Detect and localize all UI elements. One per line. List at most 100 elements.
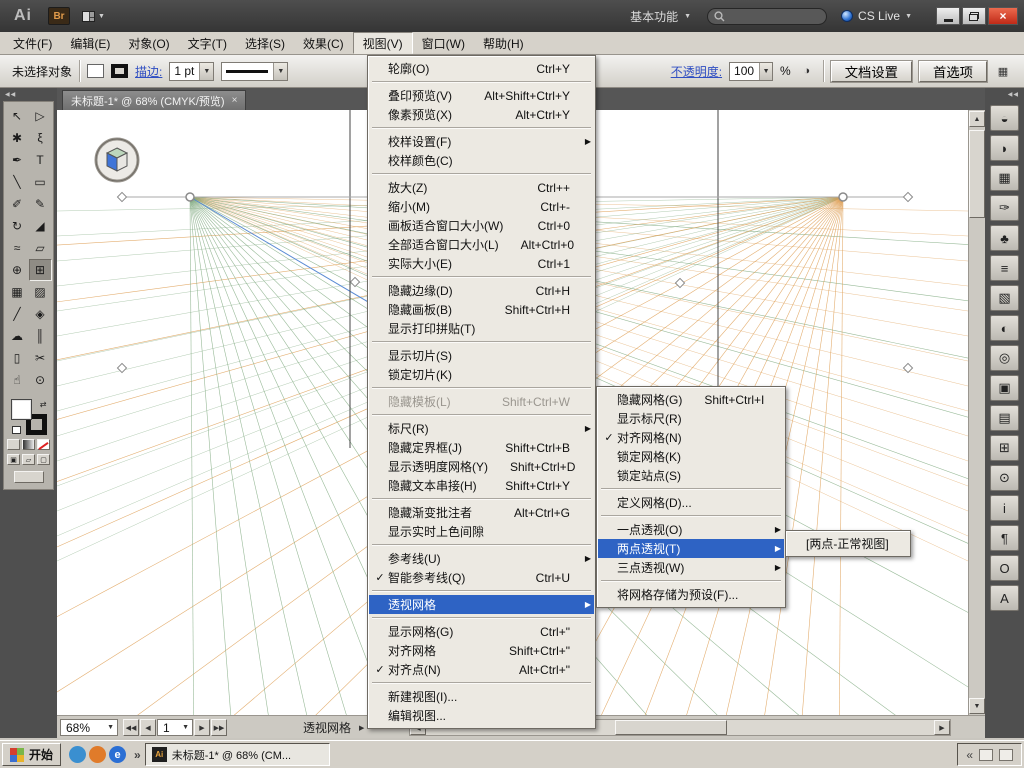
vertical-scroll-thumb[interactable] [969,130,985,218]
close-tab-icon[interactable]: × [232,95,238,106]
slice-tool[interactable]: ✂ [29,347,52,369]
menubar-item-view[interactable]: 视图(V) [352,32,413,54]
artboard-tool[interactable]: ▯ [6,347,29,369]
menu-item-show-live-paint-gaps[interactable]: 显示实时上色间隙 [369,522,594,541]
document-tab[interactable]: 未标题-1* @ 68% (CMYK/预览) × [62,90,247,110]
fill-swatch[interactable] [10,399,32,420]
menu-item-lock-station-point[interactable]: 锁定站点(S) [598,466,784,485]
width-tool[interactable]: ≈ [6,237,29,259]
menu-item-hide-text-threads[interactable]: 隐藏文本串接(H) Shift+Ctrl+Y [369,476,594,495]
swatches-panel-icon[interactable]: ▦ [990,165,1019,191]
status-display[interactable]: 透视网格 ▶ [297,719,370,736]
menu-item-save-grid-as-preset[interactable]: 将网格存储为预设(F)... [598,585,784,604]
menu-item-fit-all[interactable]: 全部适合窗口大小(L) Alt+Ctrl+0 [369,235,594,254]
color-panel-icon[interactable]: ◒ [990,105,1019,131]
menu-item-pixel-preview[interactable]: 像素预览(X) Alt+Ctrl+Y [369,105,594,124]
expand-dock-icon[interactable]: ◀◀ [985,88,1024,101]
swap-fill-stroke-icon[interactable]: ⇄ [40,400,47,409]
close-button[interactable]: × [988,7,1018,25]
menu-item-show-slices[interactable]: 显示切片(S) [369,346,594,365]
screen-mode-button[interactable] [13,471,44,483]
menu-item-define-grid[interactable]: 定义网格(D)... [598,493,784,512]
menu-item-actual-size[interactable]: 实际大小(E) Ctrl+1 [369,254,594,273]
mesh-tool[interactable]: ▦ [6,281,29,303]
menubar-item-help[interactable]: 帮助(H) [474,32,533,54]
menu-item-fit-artboard[interactable]: 画板适合窗口大小(W) Ctrl+0 [369,216,594,235]
menu-item-snap-to-grid[interactable]: 对齐网格 Shift+Ctrl+" [369,641,594,660]
pencil-tool[interactable]: ✎ [29,193,52,215]
layers-panel-icon[interactable]: ▤ [990,405,1019,431]
zoom-combo[interactable]: 68% ▼ [60,719,118,736]
blend-tool[interactable]: ◈ [29,303,52,325]
scroll-right-button[interactable]: ▶ [934,720,950,735]
menu-item-proof-colors[interactable]: 校样颜色(C) [369,151,594,170]
navigator-panel-icon[interactable]: ⊙ [990,465,1019,491]
transparency-panel-icon[interactable]: ◐ [990,315,1019,341]
scroll-up-button[interactable]: ▲ [969,111,985,127]
graphic-styles-panel-icon[interactable]: ▣ [990,375,1019,401]
align-panel-icon[interactable]: ▦ [994,63,1012,79]
stroke-panel-link[interactable]: 描边: [135,63,162,80]
menu-item-zoom-out[interactable]: 缩小(M) Ctrl+- [369,197,594,216]
rotate-tool[interactable]: ↻ [6,215,29,237]
shape-builder-tool[interactable]: ⊕ [6,259,29,281]
character-panel-icon[interactable]: A [990,585,1019,611]
rectangle-tool[interactable]: ▭ [29,171,52,193]
menu-item-hide-artboards[interactable]: 隐藏画板(B) Shift+Ctrl+H [369,300,594,319]
free-transform-tool[interactable]: ▱ [29,237,52,259]
default-fill-stroke-icon[interactable] [11,426,21,434]
paintbrush-tool[interactable]: ✐ [6,193,29,215]
menu-item-zoom-in[interactable]: 放大(Z) Ctrl++ [369,178,594,197]
menu-item-edit-views[interactable]: 编辑视图... [369,706,594,725]
draw-normal-button[interactable]: ▣ [7,454,20,465]
menu-item-hide-edges[interactable]: 隐藏边缘(D) Ctrl+H [369,281,594,300]
menu-item-smart-guides[interactable]: ✓ 智能参考线(Q) Ctrl+U [369,568,594,587]
line-segment-tool[interactable]: ╲ [6,171,29,193]
opacity-combo[interactable]: 100 ▼ [729,61,774,81]
opacity-panel-link[interactable]: 不透明度: [671,63,722,80]
last-artboard-button[interactable]: ▶▶ [211,719,227,736]
fill-stroke-control[interactable]: ⇄ [10,399,47,435]
quick-launch-browser-icon[interactable] [69,746,87,763]
artboards-panel-icon[interactable]: ⊞ [990,435,1019,461]
menubar-item-window[interactable]: 窗口(W) [413,32,474,54]
tray-expand-icon[interactable]: « [966,748,973,762]
scroll-down-button[interactable]: ▼ [969,698,985,714]
hand-tool[interactable]: ☝ [6,369,29,391]
bridge-button[interactable]: Br [48,7,70,25]
menu-item-perspective-grid[interactable]: 透视网格 ▶ [369,595,594,614]
next-artboard-button[interactable]: ▶ [194,719,210,736]
workspace-switcher[interactable]: 基本功能 ▼ [622,5,699,28]
taskbar-item-illustrator[interactable]: Ai 未标题-1* @ 68% (CM... [144,743,330,766]
arrange-documents-button[interactable]: ▼ [78,9,109,24]
symbols-panel-icon[interactable]: ♣ [990,225,1019,251]
minimize-button[interactable] [936,7,960,25]
menubar-item-edit[interactable]: 编辑(E) [61,32,119,54]
magic-wand-tool[interactable]: ✱ [6,127,29,149]
input-method-icon[interactable] [979,748,993,761]
fill-color-swatch[interactable] [87,64,105,78]
menu-item-show-grid[interactable]: 显示网格(G) Ctrl+" [369,622,594,641]
menu-item-rulers[interactable]: 标尺(R) ▶ [369,419,594,438]
color-guide-panel-icon[interactable]: ◗ [990,135,1019,161]
recolor-artwork-icon[interactable]: ◑ [798,63,816,79]
collapse-dock-icon[interactable]: ◀◀ [0,88,57,101]
menu-item-hide-gradient-annotator[interactable]: 隐藏渐变批注者 Alt+Ctrl+G [369,503,594,522]
menu-item-hide-bounding-box[interactable]: 隐藏定界框(J) Shift+Ctrl+B [369,438,594,457]
menu-item-two-point-normal-view[interactable]: [两点-正常视图] [787,534,909,553]
menu-item-show-print-tiling[interactable]: 显示打印拼贴(T) [369,319,594,338]
menu-item-lock-slices[interactable]: 锁定切片(K) [369,365,594,384]
first-artboard-button[interactable]: ◀◀ [123,719,139,736]
selection-tool[interactable]: ↖ [6,105,29,127]
pen-tool[interactable]: ✒ [6,149,29,171]
zoom-tool[interactable]: ⊙ [29,369,52,391]
lasso-tool[interactable]: ξ [29,127,52,149]
start-button[interactable]: 开始 [2,743,62,766]
type-tool[interactable]: T [29,149,52,171]
none-button[interactable] [37,439,50,450]
menu-item-lock-grid[interactable]: 锁定网格(K) [598,447,784,466]
menubar-item-file[interactable]: 文件(F) [4,32,61,54]
quick-launch-media-icon[interactable] [89,746,107,763]
menu-item-two-point-perspective[interactable]: 两点透视(T) ▶ [598,539,784,558]
cs-live-button[interactable]: CS Live ▼ [835,7,918,25]
